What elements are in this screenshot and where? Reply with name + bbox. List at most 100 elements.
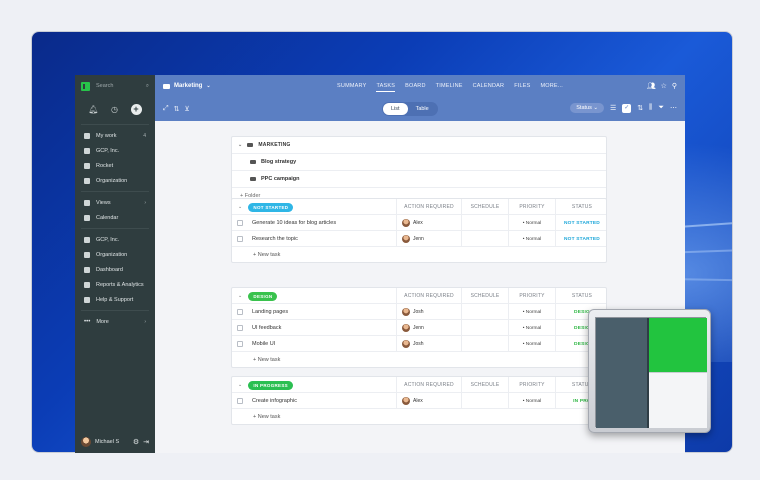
assignee-cell[interactable]: Jenn [396, 231, 461, 247]
sort-icon[interactable]: ⇅ [174, 105, 180, 113]
task-checkbox[interactable] [237, 325, 243, 331]
sidebar-item[interactable]: Help & Support [75, 292, 155, 307]
column-header[interactable]: SCHEDULE [461, 199, 508, 215]
avatar[interactable] [81, 437, 91, 447]
schedule-cell[interactable] [461, 320, 508, 336]
column-header[interactable]: SCHEDULE [461, 377, 508, 393]
assignee-cell[interactable]: Josh [396, 336, 461, 352]
tab-timeline[interactable]: TIMELINE [436, 81, 463, 92]
sidebar-item-more[interactable]: ••• More › [75, 314, 155, 329]
column-header[interactable]: ACTION REQUIRED [396, 288, 461, 304]
pin-icon[interactable]: ⚲ [672, 82, 677, 90]
share-users-icon[interactable]: 👥︎ [647, 82, 656, 90]
schedule-cell[interactable] [461, 393, 508, 409]
new-task-link[interactable]: + New task [232, 409, 606, 424]
sidebar-item[interactable]: GCP, Inc. [75, 232, 155, 247]
sidebar-item[interactable]: Dashboard [75, 262, 155, 277]
schedule-cell[interactable] [461, 304, 508, 320]
task-checkbox[interactable] [237, 220, 243, 226]
status-badge[interactable]: DESIGN [248, 291, 278, 301]
task-checkbox[interactable] [237, 309, 243, 315]
task-checkbox[interactable] [237, 398, 243, 404]
folder-root-row[interactable]: ⌄ MARKETING [232, 137, 606, 154]
task-title[interactable]: Mobile UI [252, 341, 275, 347]
task-title[interactable]: Landing pages [252, 309, 288, 315]
columns-icon[interactable]: ⫼ [649, 104, 652, 112]
sidebar-item[interactable]: Views › [75, 195, 155, 210]
star-icon[interactable]: ☆ [661, 82, 667, 90]
sidebar-item[interactable]: Rocket [75, 158, 155, 173]
assignee-cell[interactable]: Alex [396, 393, 461, 409]
table-row[interactable]: Mobile UI Josh • Normal DESIG [232, 336, 606, 352]
project-selector[interactable]: Marketing ⌄ [163, 83, 283, 89]
priority-cell[interactable]: • Normal [508, 320, 555, 336]
sidebar-item[interactable]: Calendar [75, 210, 155, 225]
tab-tasks[interactable]: TASKS [376, 81, 396, 92]
logout-icon[interactable]: ⇥ [143, 438, 149, 446]
task-title[interactable]: Generate 10 ideas for blog articles [252, 220, 336, 226]
schedule-cell[interactable] [461, 231, 508, 247]
tab-board[interactable]: BOARD [405, 81, 426, 92]
task-checkbox[interactable] [237, 236, 243, 242]
sidebar-item[interactable]: Organization [75, 247, 155, 262]
schedule-cell[interactable] [461, 336, 508, 352]
chevron-down-icon[interactable]: ⌄ [238, 204, 242, 210]
priority-cell[interactable]: • Normal [508, 231, 555, 247]
table-row[interactable]: Generate 10 ideas for blog articles Alex… [232, 215, 606, 231]
priority-cell[interactable]: • Normal [508, 304, 555, 320]
sidebar-item[interactable]: GCP, Inc. [75, 143, 155, 158]
tab-calendar[interactable]: CALENDAR [473, 81, 505, 92]
column-header[interactable]: STATUS [555, 199, 608, 215]
status-dropdown[interactable]: Status ⌄ [570, 103, 604, 113]
add-button[interactable]: + [130, 103, 142, 115]
task-title[interactable]: UI feedback [252, 325, 281, 331]
column-header[interactable]: ACTION REQUIRED [396, 199, 461, 215]
priority-cell[interactable]: • Normal [508, 336, 555, 352]
column-header[interactable]: PRIORITY [508, 288, 555, 304]
table-row[interactable]: UI feedback Jenn • Normal DESIG [232, 320, 606, 336]
chevron-down-icon[interactable]: ⌄ [238, 382, 242, 388]
task-title[interactable]: Create infographic [252, 398, 297, 404]
new-task-link[interactable]: + New task [232, 247, 606, 262]
gear-icon[interactable]: ⚙ [133, 438, 139, 446]
table-row[interactable]: Research the topic Jenn • Normal NOT STA… [232, 231, 606, 247]
column-header[interactable]: SCHEDULE [461, 288, 508, 304]
status-cell[interactable]: NOT STARTED [555, 231, 608, 247]
status-badge[interactable]: IN PROGRESS [248, 380, 293, 390]
folder-row[interactable]: PPC campaign [232, 171, 606, 188]
assignee-cell[interactable]: Jenn [396, 320, 461, 336]
task-checkbox[interactable] [237, 341, 243, 347]
more-options-icon[interactable]: ⋯ [670, 104, 677, 112]
bell-icon[interactable]: 🔔︎ [88, 104, 98, 114]
chevron-down-icon[interactable]: ⌄ [238, 142, 242, 148]
view-list-button[interactable]: List [383, 103, 408, 115]
status-badge[interactable]: NOT STARTED [248, 202, 294, 212]
chevron-down-icon[interactable]: ⌄ [238, 293, 242, 299]
sidebar-item[interactable]: Organization [75, 173, 155, 188]
sidebar-item[interactable]: Reports & Analytics [75, 277, 155, 292]
list-view-icon[interactable]: ☰ [610, 104, 616, 112]
assignee-cell[interactable]: Alex [396, 215, 461, 231]
assignee-cell[interactable]: Josh [396, 304, 461, 320]
user-name[interactable]: Michael S [95, 439, 129, 445]
column-header[interactable]: ACTION REQUIRED [396, 377, 461, 393]
tab-more[interactable]: MORE... [540, 81, 562, 92]
clock-icon[interactable]: ◷ [110, 104, 120, 114]
priority-cell[interactable]: • Normal [508, 215, 555, 231]
sort-order-icon[interactable]: ⇅ [637, 104, 643, 112]
status-cell[interactable]: NOT STARTED [555, 215, 608, 231]
tab-files[interactable]: FILES [514, 81, 530, 92]
schedule-cell[interactable] [461, 215, 508, 231]
sidebar-item[interactable]: My work 4 [75, 128, 155, 143]
task-title[interactable]: Research the topic [252, 236, 298, 242]
table-row[interactable]: Landing pages Josh • Normal DESIG [232, 304, 606, 320]
column-header[interactable]: PRIORITY [508, 199, 555, 215]
expand-icon[interactable]: ⤢ [163, 105, 169, 113]
priority-cell[interactable]: • Normal [508, 393, 555, 409]
column-header[interactable]: STATUS [555, 288, 608, 304]
folder-row[interactable]: Blog strategy [232, 154, 606, 171]
app-logo-icon[interactable] [81, 81, 90, 91]
table-row[interactable]: Create infographic Alex • Normal IN PRO [232, 393, 606, 409]
new-task-link[interactable]: + New task [232, 352, 606, 367]
tab-summary[interactable]: SUMMARY [337, 81, 366, 92]
